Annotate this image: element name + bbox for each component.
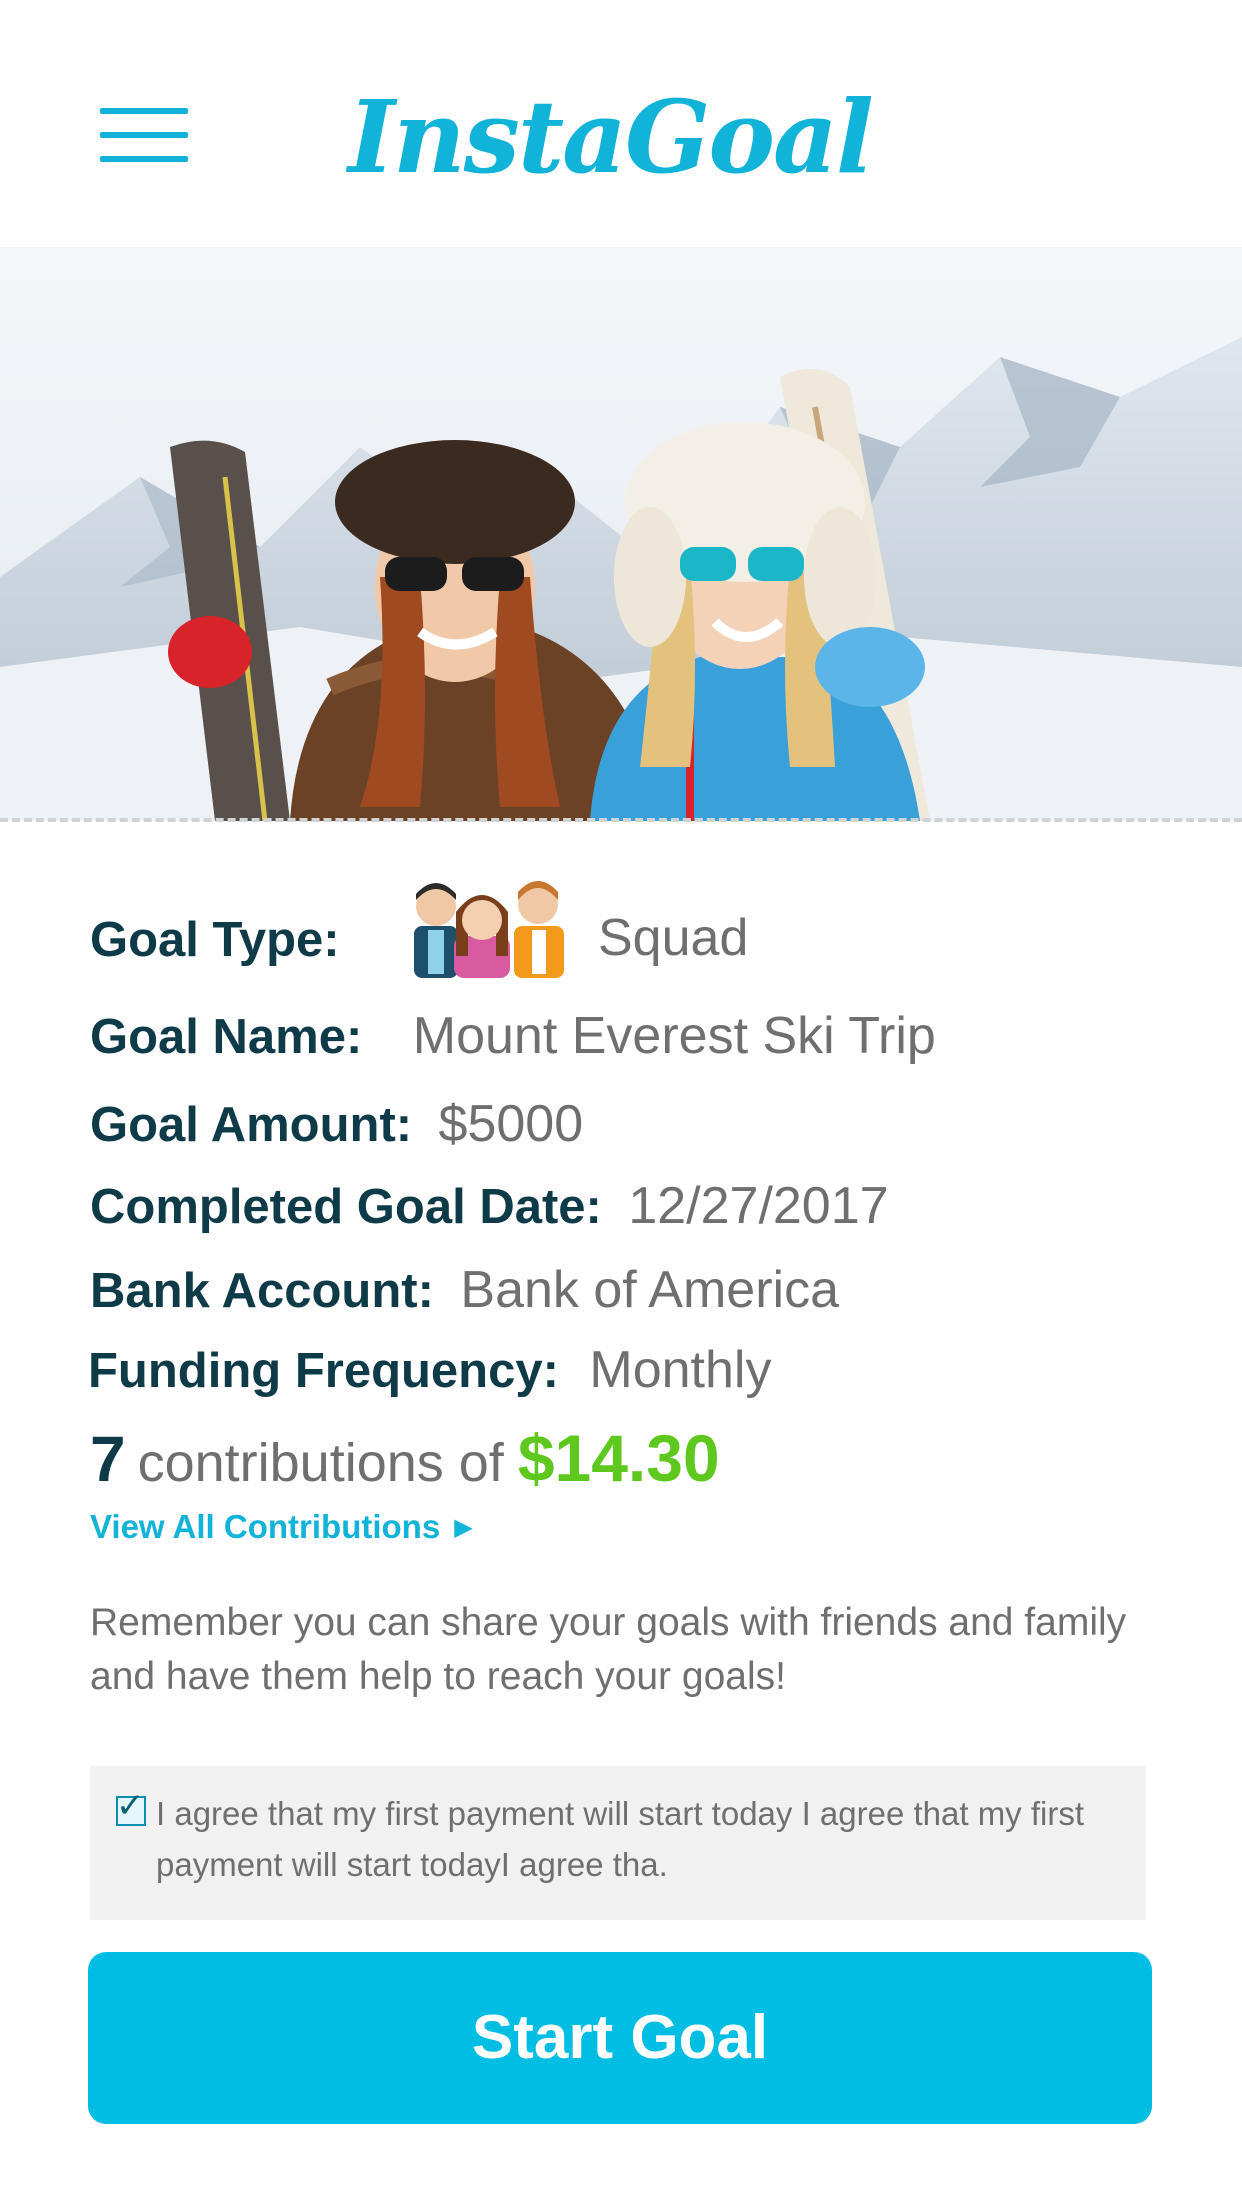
goal-name-label: Goal Name: — [90, 1010, 363, 1064]
goal-name-row: Goal Name: Mount Everest Ski Trip — [90, 1006, 936, 1066]
bank-account-row: Bank Account: Bank of America — [90, 1260, 839, 1320]
goal-type-value: Squad — [598, 909, 749, 967]
contribution-amount: $14.30 — [517, 1421, 720, 1495]
goal-type-value-row: Squad — [598, 908, 748, 968]
goal-name-value: Mount Everest Ski Trip — [412, 1007, 936, 1065]
goal-type-row: Goal Type: — [90, 912, 340, 968]
completed-date-label: Completed Goal Date: — [90, 1180, 602, 1234]
checkmark-icon: ✓ — [116, 1787, 145, 1825]
app-header: InstaGoal — [0, 0, 1242, 247]
view-all-contributions-link[interactable]: View All Contributions ▶ — [90, 1508, 473, 1546]
squad-people-icon — [410, 878, 570, 978]
funding-frequency-label: Funding Frequency: — [88, 1344, 559, 1398]
bank-account-label: Bank Account: — [90, 1264, 434, 1318]
start-goal-button[interactable]: Start Goal — [88, 1952, 1152, 2124]
goal-amount-value: $5000 — [438, 1095, 584, 1153]
app-logo: InstaGoal — [348, 78, 874, 196]
completed-date-row: Completed Goal Date: 12/27/2017 — [90, 1176, 889, 1236]
hamburger-menu-icon[interactable] — [100, 108, 188, 164]
goal-amount-label: Goal Amount: — [90, 1098, 413, 1152]
contributions-summary: 7 contributions of $14.30 — [90, 1420, 720, 1496]
agreement-text: I agree that my first payment will start… — [156, 1795, 1085, 1883]
hero-divider — [0, 818, 1242, 822]
view-all-contributions-label: View All Contributions — [90, 1508, 441, 1545]
contributions-count: 7 — [90, 1423, 126, 1495]
agreement-box: ✓ I agree that my first payment will sta… — [90, 1766, 1146, 1920]
bank-account-value: Bank of America — [460, 1261, 840, 1319]
funding-frequency-value: Monthly — [589, 1341, 772, 1399]
hero-image — [0, 247, 1242, 821]
goal-type-label: Goal Type: — [90, 913, 340, 967]
completed-date-value: 12/27/2017 — [628, 1177, 889, 1235]
agreement-checkbox[interactable]: ✓ — [116, 1787, 146, 1826]
goal-amount-row: Goal Amount: $5000 — [90, 1094, 583, 1154]
contributions-text: contributions of — [137, 1433, 504, 1493]
share-reminder-text: Remember you can share your goals with f… — [90, 1601, 1127, 1698]
caret-right-icon: ▶ — [454, 1514, 473, 1541]
funding-frequency-row: Funding Frequency: Monthly — [88, 1340, 771, 1400]
